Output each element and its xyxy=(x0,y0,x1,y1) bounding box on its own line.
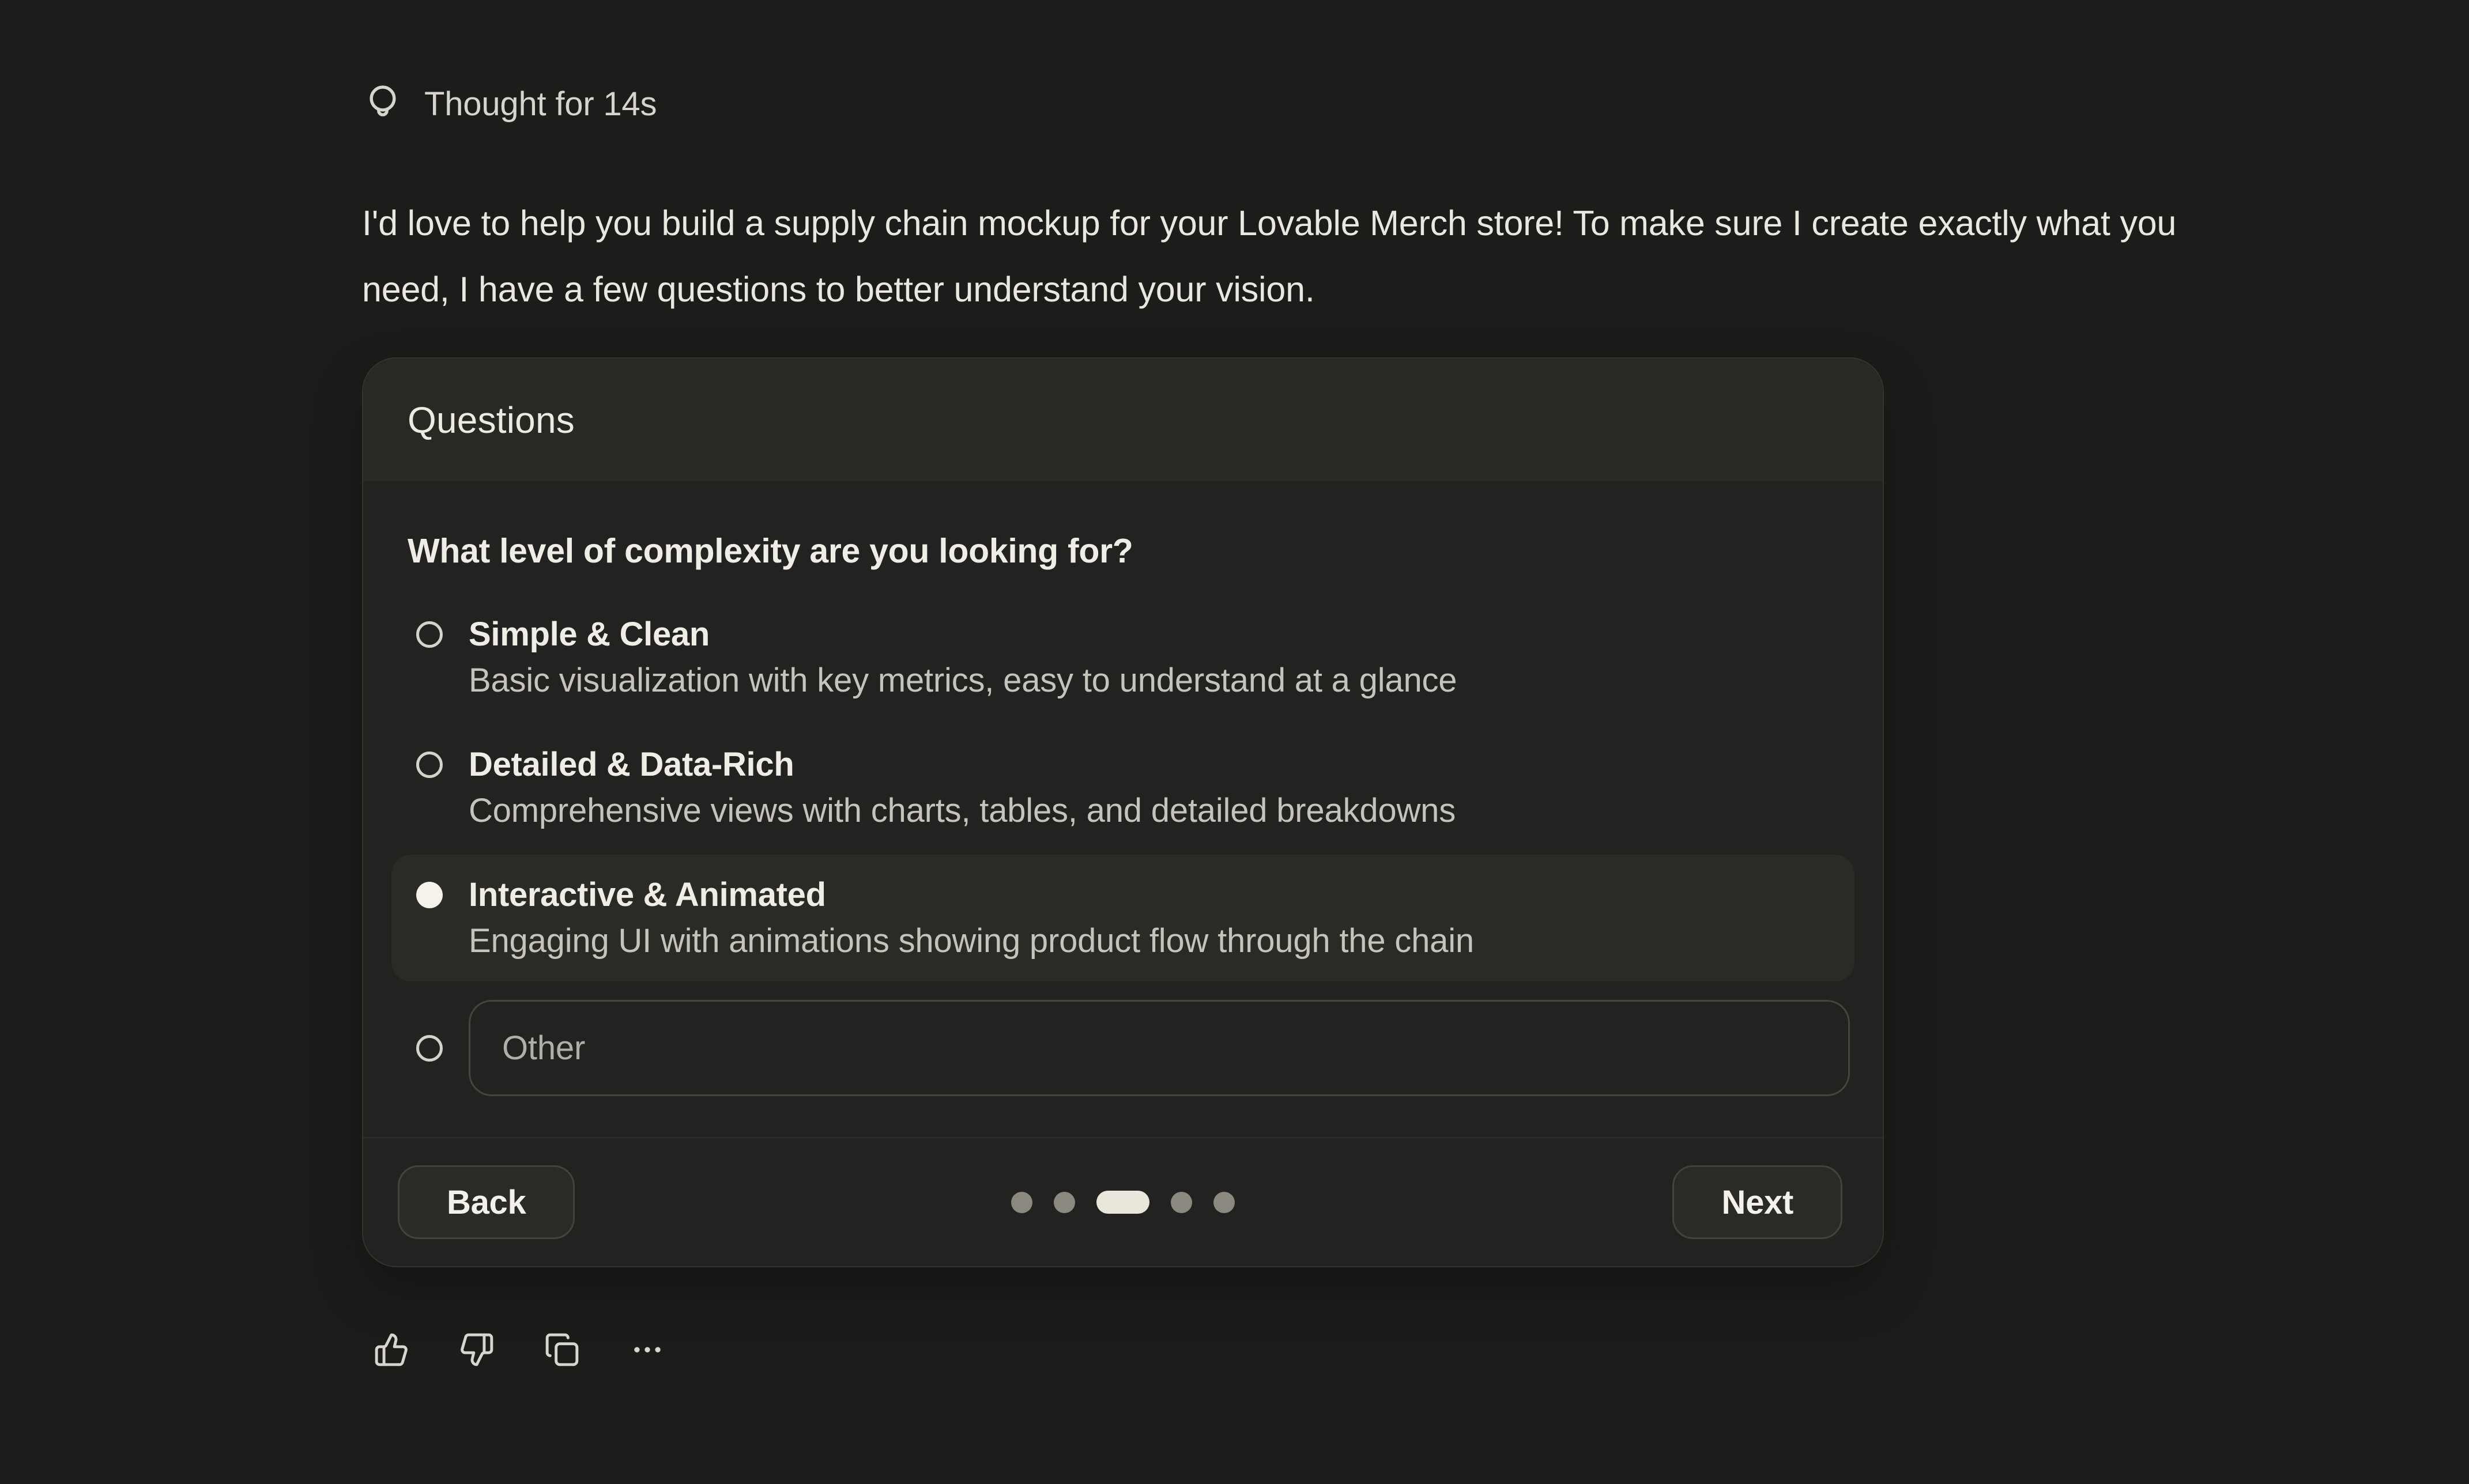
pagination-dots xyxy=(1011,1191,1235,1214)
back-button[interactable]: Back xyxy=(398,1165,575,1239)
more-icon xyxy=(629,1332,665,1368)
thumbs-up-button[interactable] xyxy=(374,1331,409,1368)
assistant-message: I'd love to help you build a supply chai… xyxy=(362,190,2178,323)
radio-icon[interactable] xyxy=(416,1035,443,1062)
message-actions xyxy=(374,1331,665,1368)
option-description: Engaging UI with animations showing prod… xyxy=(469,918,1474,964)
more-options-button[interactable] xyxy=(629,1331,665,1368)
option-description: Basic visualization with key metrics, ea… xyxy=(469,658,1457,704)
option-label: Interactive & Animated xyxy=(469,872,1474,918)
thumbs-up-icon xyxy=(374,1332,409,1368)
thought-label: Thought for 14s xyxy=(424,85,657,123)
option-simple-clean[interactable]: Simple & Clean Basic visualization with … xyxy=(391,594,1854,721)
radio-icon[interactable] xyxy=(416,752,443,778)
pagination-dot xyxy=(1171,1192,1192,1213)
other-option-input[interactable] xyxy=(469,1000,1850,1096)
option-description: Comprehensive views with charts, tables,… xyxy=(469,788,1456,834)
copy-icon xyxy=(544,1332,580,1368)
next-button[interactable]: Next xyxy=(1672,1165,1842,1239)
thumbs-down-button[interactable] xyxy=(459,1331,495,1368)
questions-card: Questions What level of complexity are y… xyxy=(362,357,1884,1267)
option-other[interactable] xyxy=(391,985,1854,1111)
option-text: Interactive & Animated Engaging UI with … xyxy=(469,872,1474,964)
radio-icon[interactable] xyxy=(416,621,443,648)
thought-summary[interactable]: Thought for 14s xyxy=(362,81,657,127)
questions-card-header: Questions xyxy=(363,358,1883,481)
pagination-dot-active xyxy=(1096,1191,1149,1214)
copy-button[interactable] xyxy=(544,1331,580,1368)
pagination-dot xyxy=(1054,1192,1075,1213)
pagination-dot xyxy=(1213,1192,1235,1213)
option-label: Detailed & Data-Rich xyxy=(469,742,1456,788)
lightbulb-icon xyxy=(362,81,404,127)
option-interactive-animated[interactable]: Interactive & Animated Engaging UI with … xyxy=(391,855,1854,981)
radio-icon-selected[interactable] xyxy=(416,882,443,908)
question-text: What level of complexity are you looking… xyxy=(408,528,1838,573)
thumbs-down-icon xyxy=(459,1332,495,1368)
options-list: Simple & Clean Basic visualization with … xyxy=(391,594,1854,1111)
questions-card-footer: Back Next xyxy=(363,1137,1883,1266)
option-detailed-data-rich[interactable]: Detailed & Data-Rich Comprehensive views… xyxy=(391,724,1854,851)
pagination-dot xyxy=(1011,1192,1032,1213)
option-text: Detailed & Data-Rich Comprehensive views… xyxy=(469,742,1456,834)
option-text: Simple & Clean Basic visualization with … xyxy=(469,611,1457,704)
card-title: Questions xyxy=(408,399,575,441)
option-label: Simple & Clean xyxy=(469,611,1457,658)
questions-card-body: What level of complexity are you looking… xyxy=(363,481,1883,1111)
